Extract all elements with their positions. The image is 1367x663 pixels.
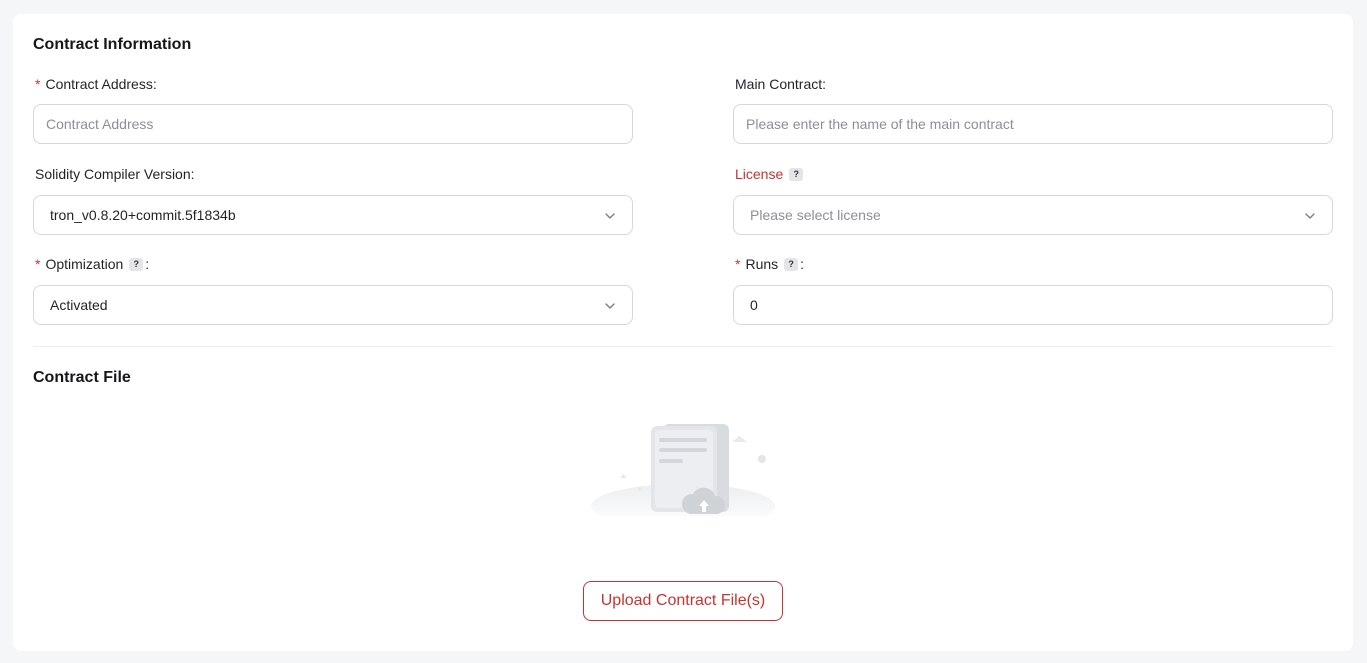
optimization-label-text: Optimization <box>45 256 124 272</box>
chevron-down-icon <box>605 303 615 309</box>
contract-address-input[interactable]: Contract Address <box>33 104 633 144</box>
compiler-version-label: Solidity Compiler Version: <box>35 166 195 182</box>
optimization-value: Activated <box>50 297 108 313</box>
contract-address-label: * Contract Address: <box>35 76 157 92</box>
verify-contract-card: Contract Information * Contract Address:… <box>13 14 1353 651</box>
compiler-version-label-text: Solidity Compiler Version: <box>35 166 195 182</box>
runs-label: * Runs ? : <box>735 256 804 272</box>
main-contract-label-text: Main Contract: <box>735 76 827 92</box>
optimization-label: * Optimization ? : <box>35 256 149 272</box>
required-mark: * <box>35 76 41 92</box>
runs-value: 0 <box>750 297 758 313</box>
license-label-text: License <box>735 166 784 182</box>
chevron-down-icon <box>1305 213 1315 219</box>
runs-label-text: Runs <box>745 256 779 272</box>
contract-address-label-text: Contract Address: <box>45 76 157 92</box>
main-contract-placeholder: Please enter the name of the main contra… <box>746 116 1014 132</box>
license-select[interactable]: Please select license <box>733 195 1333 235</box>
runs-input[interactable]: 0 <box>733 285 1333 325</box>
contract-information-title: Contract Information <box>33 36 192 53</box>
main-contract-input[interactable]: Please enter the name of the main contra… <box>733 104 1333 144</box>
required-mark: * <box>735 256 741 272</box>
contract-file-title: Contract File <box>33 369 131 386</box>
license-label: License ? <box>735 166 804 182</box>
compiler-version-value: tron_v0.8.20+commit.5f1834b <box>50 207 236 223</box>
license-placeholder: Please select license <box>750 207 881 223</box>
required-mark: * <box>35 256 41 272</box>
runs-colon: : <box>800 256 805 272</box>
runs-help-icon[interactable]: ? <box>784 257 799 271</box>
optimization-select[interactable]: Activated <box>33 285 633 325</box>
upload-contract-files-button[interactable]: Upload Contract File(s) <box>583 581 783 621</box>
compiler-version-select[interactable]: tron_v0.8.20+commit.5f1834b <box>33 195 633 235</box>
contract-address-placeholder: Contract Address <box>46 116 154 132</box>
optimization-help-icon[interactable]: ? <box>129 257 144 271</box>
chevron-down-icon <box>605 213 615 219</box>
license-help-icon[interactable]: ? <box>789 167 804 181</box>
optimization-colon: : <box>145 256 150 272</box>
main-contract-label: Main Contract: <box>735 76 826 92</box>
document-upload-illustration <box>591 424 775 516</box>
section-divider <box>33 346 1333 347</box>
